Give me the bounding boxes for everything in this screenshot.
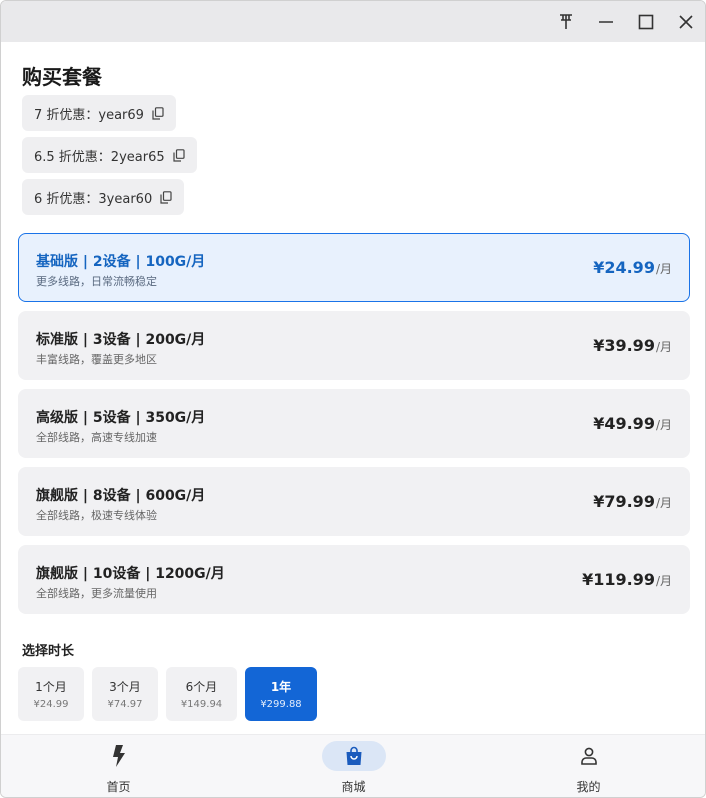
copy-icon: [160, 190, 172, 204]
nav-item-shop[interactable]: 商城: [236, 735, 471, 797]
shopping-bag-icon: [346, 746, 361, 765]
duration-price: ¥74.97: [107, 699, 143, 710]
plan-price-unit: /月: [655, 262, 672, 276]
coupon-text: 7 折优惠：year69: [34, 107, 144, 123]
duration-price: ¥149.94: [180, 699, 223, 710]
duration-option-1-month[interactable]: 1个月 ¥24.99: [18, 667, 84, 721]
pin-button[interactable]: [551, 7, 581, 37]
minimize-button[interactable]: [591, 7, 621, 37]
content-area: 购买套餐 7 折优惠：year69 6.5 折优惠：2year65 6 折优惠：…: [1, 42, 705, 734]
plan-price: ¥49.99/月: [593, 414, 672, 433]
coupon-chip[interactable]: 6.5 折优惠：2year65: [22, 137, 197, 173]
plan-price-unit: /月: [655, 340, 672, 354]
duration-price: ¥24.99: [33, 699, 69, 710]
duration-label: 1年: [270, 680, 292, 694]
duration-option-6-months[interactable]: 6个月 ¥149.94: [166, 667, 237, 721]
plan-name: 标准版 | 3设备 | 200G/月: [36, 332, 206, 348]
copy-button[interactable]: [160, 190, 172, 204]
duration-section-label: 选择时长: [22, 644, 75, 659]
plan-price-value: ¥79.99: [593, 492, 655, 511]
nav-icon-wrap: [87, 741, 151, 771]
duration-label: 3个月: [109, 680, 141, 694]
maximize-button[interactable]: [631, 7, 661, 37]
minimize-icon: [599, 21, 613, 23]
plan-price: ¥24.99/月: [593, 258, 672, 277]
copy-icon: [173, 148, 185, 162]
plan-card-standard[interactable]: 标准版 | 3设备 | 200G/月 丰富线路，覆盖更多地区 ¥39.99/月: [18, 311, 690, 380]
plan-name: 基础版 | 2设备 | 100G/月: [36, 254, 206, 270]
plan-price-value: ¥49.99: [593, 414, 655, 433]
plan-name: 旗舰版 | 8设备 | 600G/月: [36, 488, 206, 504]
coupon-chip[interactable]: 6 折优惠：3year60: [22, 179, 185, 215]
copy-icon: [152, 106, 164, 120]
lightning-icon: [112, 745, 125, 767]
nav-label: 商城: [341, 780, 366, 794]
nav-label: 首页: [106, 780, 131, 794]
plan-description: 丰富线路，覆盖更多地区: [36, 353, 157, 366]
duration-label: 1个月: [35, 680, 67, 694]
close-icon: [679, 15, 693, 29]
plan-price-value: ¥119.99: [582, 570, 655, 589]
plan-description: 更多线路，日常流畅稳定: [36, 275, 157, 288]
plan-description: 全部线路，高速专线加速: [36, 431, 157, 444]
plan-price-unit: /月: [655, 496, 672, 510]
person-icon: [580, 747, 597, 765]
nav-label: 我的: [576, 780, 601, 794]
nav-icon-wrap: [321, 741, 386, 771]
plan-price: ¥39.99/月: [593, 336, 672, 355]
maximize-icon: [638, 14, 654, 30]
plan-price-value: ¥24.99: [593, 258, 655, 277]
plan-name: 旗舰版 | 10设备 | 1200G/月: [36, 566, 225, 582]
plan-card-advanced[interactable]: 高级版 | 5设备 | 350G/月 全部线路，高速专线加速 ¥49.99/月: [18, 389, 690, 458]
plan-description: 全部线路，极速专线体验: [36, 509, 157, 522]
plan-price-value: ¥39.99: [593, 336, 655, 355]
plan-price-unit: /月: [655, 574, 672, 588]
copy-button[interactable]: [173, 148, 185, 162]
nav-icon-wrap: [557, 741, 621, 771]
close-button[interactable]: [671, 7, 701, 37]
pin-icon: [560, 14, 572, 29]
page-title: 购买套餐: [22, 65, 102, 89]
coupon-text: 6.5 折优惠：2year65: [34, 149, 165, 165]
bottom-navigation: 首页 商城 我的: [1, 734, 705, 797]
plan-description: 全部线路，更多流量使用: [36, 587, 157, 600]
copy-button[interactable]: [152, 106, 164, 120]
duration-label: 6个月: [185, 680, 218, 694]
nav-item-profile[interactable]: 我的: [471, 735, 705, 797]
plan-name: 高级版 | 5设备 | 350G/月: [36, 410, 206, 426]
plan-price: ¥79.99/月: [593, 492, 672, 511]
coupon-text: 6 折优惠：3year60: [34, 191, 153, 207]
plan-price: ¥119.99/月: [582, 570, 672, 589]
nav-item-home[interactable]: 首页: [1, 735, 236, 797]
coupon-chip[interactable]: 7 折优惠：year69: [22, 95, 176, 131]
plan-card-flagship-plus[interactable]: 旗舰版 | 10设备 | 1200G/月 全部线路，更多流量使用 ¥119.99…: [18, 545, 690, 614]
plan-price-unit: /月: [655, 418, 672, 432]
duration-option-1-year[interactable]: 1年 ¥299.88: [245, 667, 317, 721]
plan-card-flagship[interactable]: 旗舰版 | 8设备 | 600G/月 全部线路，极速专线体验 ¥79.99/月: [18, 467, 690, 536]
duration-option-3-months[interactable]: 3个月 ¥74.97: [92, 667, 158, 721]
plan-card-basic[interactable]: 基础版 | 2设备 | 100G/月 更多线路，日常流畅稳定 ¥24.99/月: [18, 233, 690, 302]
app-window: 购买套餐 7 折优惠：year69 6.5 折优惠：2year65 6 折优惠：…: [0, 0, 706, 798]
duration-price: ¥299.88: [260, 699, 302, 710]
title-bar: [1, 1, 705, 42]
